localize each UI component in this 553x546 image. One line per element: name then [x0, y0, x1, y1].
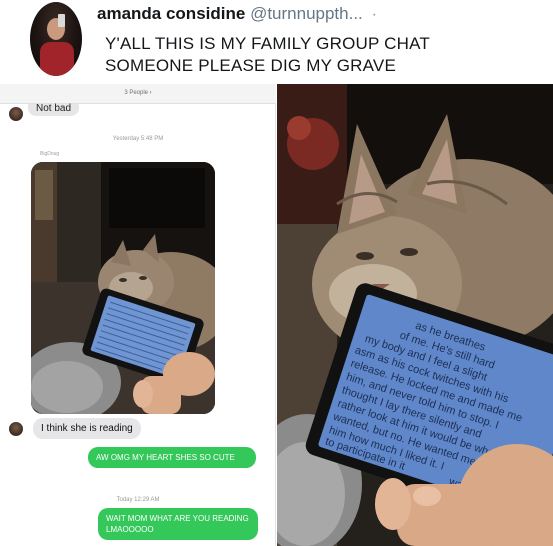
display-name[interactable]: amanda considine	[97, 4, 245, 23]
contact-avatar	[9, 107, 23, 121]
chat-header-bar: 3 People ›	[0, 84, 276, 104]
avatar-shirt	[40, 42, 74, 76]
photo-cat-reading-small	[31, 162, 215, 414]
tweet-text-line-2: SOMEONE PLEASE DIG MY GRAVE	[105, 56, 397, 75]
timestamp-today: Today 12:29 AM	[116, 497, 160, 503]
user-handle[interactable]: @turnnuppth...	[250, 4, 363, 23]
sender-name: BigDoug	[40, 151, 60, 157]
previous-message-bubble: Not bad	[28, 104, 80, 116]
avatar-phone-icon	[58, 14, 65, 27]
outgoing-message-bubble-1: AW OMG MY HEART SHES SO CUTE	[88, 447, 256, 468]
chat-photo-attachment[interactable]	[31, 162, 215, 414]
closeup-photo[interactable]: as he breathes of me. He's still hard my…	[277, 84, 553, 546]
outgoing-message-bubble-2: WAIT MOM WHAT ARE YOU READING LMAOOOOO	[98, 508, 258, 540]
tweet-text: Y'ALL THIS IS MY FAMILY GROUP CHAT SOMEO…	[105, 33, 430, 77]
separator-dot: ·	[371, 4, 378, 23]
tweet-text-line-1: Y'ALL THIS IS MY FAMILY GROUP CHAT	[105, 34, 430, 53]
profile-avatar[interactable]	[30, 2, 82, 76]
incoming-message-bubble: I think she is reading	[33, 418, 141, 439]
contact-avatar-2	[9, 422, 23, 436]
tweet-header: amanda considine @turnnuppth... · Y'ALL …	[0, 0, 553, 84]
timestamp-yesterday: Yesterday 5:48 PM	[112, 136, 164, 142]
photo-cat-reading-closeup: as he breathes of me. He's still hard my…	[277, 84, 553, 546]
tweet-author-line: amanda considine @turnnuppth... ·	[97, 4, 377, 24]
group-chat-screenshot: 3 People › Not bad Yesterday 5:48 PM Big…	[0, 84, 276, 546]
chat-participants[interactable]: 3 People ›	[0, 90, 276, 96]
